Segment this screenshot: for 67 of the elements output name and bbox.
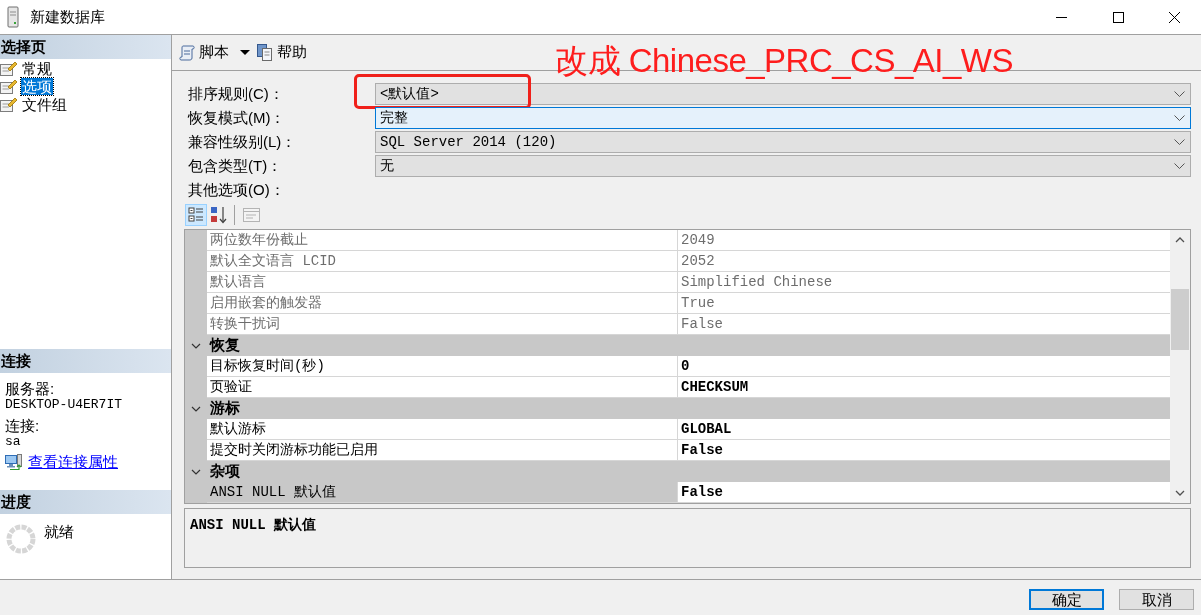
- section-header: 连接: [0, 349, 171, 373]
- property-value[interactable]: False: [678, 440, 1170, 461]
- close-icon[interactable]: [1168, 11, 1180, 23]
- chevron-down-icon[interactable]: [191, 342, 201, 349]
- server-name: DESKTOP-U4ER7IT: [5, 397, 123, 412]
- property-name: 默认全文语言 LCID: [207, 251, 678, 272]
- scroll-down-icon[interactable]: [1175, 490, 1185, 496]
- dialog-button[interactable]: 取消: [1119, 589, 1194, 610]
- property-name: 转换干扰词: [207, 314, 678, 335]
- chevron-down-icon[interactable]: [191, 405, 201, 412]
- page-item[interactable]: 文件组: [21, 95, 68, 113]
- property-name: 启用嵌套的触发器: [207, 293, 678, 314]
- dropdown-field[interactable]: <默认值>: [375, 83, 1191, 105]
- field-label: 其他选项(O)：: [188, 179, 285, 200]
- status-text: 就绪: [44, 524, 74, 540]
- help-icon: [257, 44, 273, 61]
- section-header: 选择页: [0, 35, 171, 59]
- category-label: 杂项: [209, 461, 240, 482]
- categorized-view-icon[interactable]: [185, 204, 207, 226]
- chevron-down-icon[interactable]: [191, 468, 201, 475]
- spinner-icon: [6, 524, 36, 554]
- chevron-down-icon[interactable]: [1174, 115, 1185, 121]
- category-label: 恢复: [208, 335, 240, 356]
- scroll-icon: [179, 44, 196, 61]
- section-header: 进度: [0, 490, 171, 514]
- page-item[interactable]: 常规: [21, 59, 53, 77]
- minimize-icon[interactable]: [1056, 16, 1067, 18]
- script-button[interactable]: 脚本: [179, 41, 229, 64]
- scroll-up-icon[interactable]: [1175, 237, 1185, 243]
- dropdown-field[interactable]: 完整: [375, 107, 1191, 129]
- annotation-text: 改成 Chinese_PRC_CS_AI_WS: [555, 41, 1013, 81]
- server-label: 服务器:: [5, 381, 55, 397]
- property-name: 默认游标: [207, 419, 678, 440]
- chevron-down-icon[interactable]: [1174, 163, 1185, 169]
- maximize-icon[interactable]: [1113, 11, 1124, 23]
- connection-properties-link[interactable]: 查看连接属性: [28, 454, 118, 470]
- window-title: 新建数据库: [30, 6, 105, 27]
- dropdown-field[interactable]: 无: [375, 155, 1191, 177]
- property-name: 提交时关闭游标功能已启用: [207, 440, 678, 461]
- property-name: ANSI NULL 默认值: [207, 482, 678, 503]
- scrollbar-thumb[interactable]: [1171, 289, 1189, 350]
- property-value[interactable]: CHECKSUM: [678, 377, 1170, 398]
- field-label: 包含类型(T)：: [188, 155, 284, 176]
- field-label: 兼容性级别(L)：: [188, 131, 298, 152]
- property-name: 两位数年份截止: [207, 230, 678, 251]
- page-item[interactable]: 选项: [21, 77, 53, 95]
- field-label: 恢复模式(M)：: [188, 107, 287, 128]
- login-name: sa: [5, 434, 21, 449]
- caret-icon[interactable]: [240, 50, 250, 55]
- scrollbar[interactable]: [1170, 230, 1190, 503]
- property-value[interactable]: 0: [678, 356, 1170, 377]
- login-label: 连接:: [5, 418, 40, 434]
- dialog-button[interactable]: 确定: [1029, 589, 1104, 610]
- property-value[interactable]: GLOBAL: [678, 419, 1170, 440]
- database-icon: [7, 6, 19, 28]
- property-name: 页验证: [207, 377, 678, 398]
- property-name: 默认语言: [207, 272, 678, 293]
- description-title: ANSI NULL 默认值: [190, 516, 316, 534]
- help-button[interactable]: 帮助: [257, 41, 307, 64]
- chevron-down-icon[interactable]: [1174, 91, 1185, 97]
- property-name: 目标恢复时间(秒): [207, 356, 678, 377]
- category-label: 游标: [209, 398, 240, 419]
- field-label: 排序规则(C)：: [188, 83, 285, 104]
- computer-icon: [5, 454, 22, 470]
- property-value[interactable]: False: [678, 482, 1170, 503]
- dropdown-field[interactable]: SQL Server 2014 (120): [375, 131, 1191, 153]
- chevron-down-icon[interactable]: [1174, 139, 1185, 145]
